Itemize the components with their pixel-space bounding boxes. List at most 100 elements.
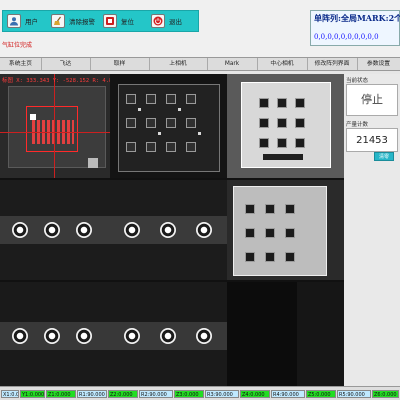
axis-z2: Z2:0.000 bbox=[108, 390, 138, 398]
nozzle-hole bbox=[76, 222, 92, 238]
chip bbox=[277, 98, 287, 108]
reset-count-button[interactable]: 清零 bbox=[374, 152, 394, 161]
axis-z6: Z6:0.000 bbox=[372, 390, 399, 398]
chip bbox=[245, 204, 255, 214]
tab-mark[interactable]: Mark bbox=[207, 58, 258, 70]
toolbar: 用户 清除报警 复位 退出 bbox=[2, 10, 199, 32]
nozzle-hole bbox=[124, 222, 140, 238]
axis-r3: R3:90.000 bbox=[205, 390, 239, 398]
camera-view-5[interactable] bbox=[110, 180, 227, 280]
chip bbox=[186, 94, 196, 104]
axis-z1: Z1:0.000 bbox=[46, 390, 76, 398]
chip bbox=[259, 118, 269, 128]
broom-icon bbox=[51, 14, 65, 28]
nozzle-hole bbox=[44, 222, 60, 238]
main-tabs: 系统主页 飞达 取样 上相机 Mark 中心相机 修改阵列界面 参数设置 bbox=[0, 57, 400, 71]
pad bbox=[198, 132, 201, 135]
chip bbox=[285, 228, 295, 238]
tab-center-camera[interactable]: 中心相机 bbox=[257, 58, 308, 70]
user-button[interactable]: 用户 bbox=[7, 13, 38, 29]
chip bbox=[166, 142, 176, 152]
chip bbox=[146, 94, 156, 104]
axis-z3: Z3:0.000 bbox=[174, 390, 204, 398]
status-message: 气缸位完成 bbox=[2, 42, 33, 49]
chip bbox=[126, 94, 136, 104]
reset-icon bbox=[103, 14, 117, 28]
slot bbox=[263, 154, 303, 160]
machine-state: 停止 bbox=[361, 93, 383, 106]
pad bbox=[138, 108, 141, 111]
chip bbox=[277, 118, 287, 128]
top-bar: 用户 清除报警 复位 退出 气缸位完成 单阵列:全局MARK:2个 0,0,0,… bbox=[0, 0, 400, 57]
camera-view-4[interactable] bbox=[0, 180, 110, 280]
camera-view-7[interactable] bbox=[0, 282, 110, 386]
clear-alarm-button[interactable]: 清除报警 bbox=[51, 13, 95, 29]
axis-z5: Z5:0.000 bbox=[306, 390, 336, 398]
chip bbox=[166, 118, 176, 128]
nozzle-hole bbox=[12, 328, 28, 344]
machine-state-box: 停止 bbox=[346, 84, 398, 116]
chip bbox=[259, 98, 269, 108]
axis-y1: Y1:0.000 bbox=[20, 390, 45, 398]
camera-grid: 标图 X: 333.343 Y: -528.152 R: 4.860 bbox=[0, 74, 344, 386]
chip bbox=[295, 118, 305, 128]
camera-view-9[interactable] bbox=[227, 282, 344, 386]
camera-view-1[interactable]: 标图 X: 333.343 Y: -528.152 R: 4.860 bbox=[0, 74, 110, 178]
axis-status-bar: X1:0.000 Y1:0.000 Z1:0.000 R1:90.000 Z2:… bbox=[0, 386, 400, 400]
chip bbox=[186, 142, 196, 152]
power-icon bbox=[151, 14, 165, 28]
fiducial bbox=[88, 158, 98, 168]
reset-button[interactable]: 复位 bbox=[103, 13, 134, 29]
nozzle-hole bbox=[196, 222, 212, 238]
axis-x1: X1:0.000 bbox=[1, 390, 19, 398]
clear-alarm-label: 清除报警 bbox=[69, 18, 95, 26]
chip bbox=[166, 94, 176, 104]
tab-upper-camera[interactable]: 上相机 bbox=[149, 58, 208, 70]
chip bbox=[285, 252, 295, 262]
chip bbox=[186, 118, 196, 128]
production-count: 21453 bbox=[356, 135, 388, 146]
nozzle-hole bbox=[12, 222, 28, 238]
chip bbox=[295, 98, 305, 108]
chip bbox=[265, 252, 275, 262]
chip bbox=[126, 118, 136, 128]
nozzle-hole bbox=[160, 222, 176, 238]
camera-coordinate-readout: 标图 X: 333.343 Y: -528.152 R: 4.860 bbox=[2, 78, 110, 84]
chip bbox=[259, 138, 269, 148]
nozzle-hole bbox=[124, 328, 140, 344]
tab-pick[interactable]: 取样 bbox=[90, 58, 150, 70]
status-panel: 当前状态 停止 产量计数 21453 清零 bbox=[344, 74, 400, 386]
tab-home[interactable]: 系统主页 bbox=[0, 58, 42, 70]
state-caption: 当前状态 bbox=[346, 78, 369, 84]
mark-values: 0,0,0,0,0,0,0,0,0,0 bbox=[314, 33, 379, 41]
chip bbox=[265, 204, 275, 214]
camera-view-3[interactable] bbox=[227, 74, 344, 178]
tab-array-edit[interactable]: 修改阵列界面 bbox=[307, 58, 358, 70]
production-count-box: 21453 bbox=[346, 128, 398, 152]
tab-parameters[interactable]: 参数设置 bbox=[357, 58, 400, 70]
camera-view-6[interactable] bbox=[227, 180, 344, 280]
count-caption: 产量计数 bbox=[346, 122, 369, 128]
mark-info-panel: 单阵列:全局MARK:2个 0,0,0,0,0,0,0,0,0,0 bbox=[310, 10, 400, 46]
nozzle-hole bbox=[76, 328, 92, 344]
nozzle-hole bbox=[160, 328, 176, 344]
axis-r1: R1:90.000 bbox=[77, 390, 107, 398]
camera-view-2[interactable] bbox=[110, 74, 227, 178]
chip bbox=[245, 252, 255, 262]
chip bbox=[245, 228, 255, 238]
user-button-label: 用户 bbox=[25, 18, 38, 26]
chip bbox=[295, 138, 305, 148]
chip bbox=[146, 118, 156, 128]
axis-r4: R4:90.000 bbox=[271, 390, 305, 398]
pad bbox=[178, 108, 181, 111]
nozzle-hole bbox=[196, 328, 212, 344]
nozzle-hole bbox=[44, 328, 60, 344]
mark-mode-title: 单阵列:全局MARK:2个 bbox=[314, 13, 400, 23]
tab-feeder[interactable]: 飞达 bbox=[41, 58, 91, 70]
axis-r5: R5:90.000 bbox=[337, 390, 371, 398]
chip bbox=[285, 204, 295, 214]
dark-region bbox=[297, 282, 344, 386]
camera-view-8[interactable] bbox=[110, 282, 227, 386]
exit-button[interactable]: 退出 bbox=[151, 13, 182, 29]
axis-r2: R2:90.000 bbox=[139, 390, 173, 398]
